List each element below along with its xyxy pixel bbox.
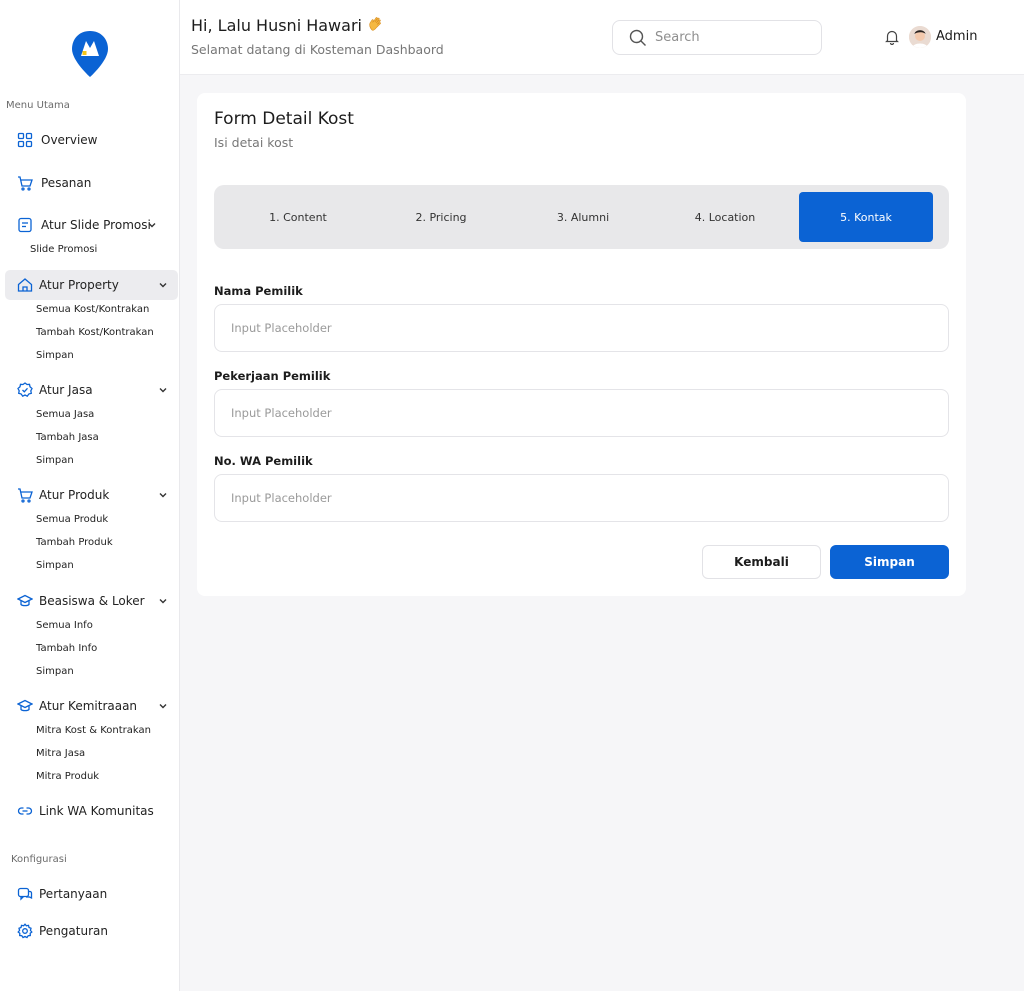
nama-pemilik-input[interactable] (214, 304, 949, 352)
gear-icon (17, 923, 33, 939)
sub-tambah-jasa[interactable]: Tambah Jasa (36, 432, 99, 443)
document-icon (17, 217, 33, 233)
search-icon (629, 29, 646, 46)
top-header: Hi, Lalu Husni Hawari Selamat datang di … (180, 0, 1024, 75)
chevron-down-icon[interactable] (157, 595, 169, 607)
nav-label: Pesanan (41, 176, 92, 190)
sub-semua-kost[interactable]: Semua Kost/Kontrakan (36, 304, 149, 315)
sub-simpan-property[interactable]: Simpan (36, 350, 74, 361)
page-title: Form Detail Kost (214, 109, 354, 129)
pekerjaan-pemilik-input[interactable] (214, 389, 949, 437)
chevron-down-icon[interactable] (157, 384, 169, 396)
sub-semua-jasa[interactable]: Semua Jasa (36, 409, 94, 420)
home-icon (17, 277, 33, 293)
search-box[interactable] (612, 20, 822, 55)
simpan-button[interactable]: Simpan (830, 545, 949, 579)
greeting-text: Hi, Lalu Husni Hawari (191, 16, 362, 35)
cart-icon (17, 175, 33, 191)
nav-atur-jasa[interactable]: Atur Jasa (5, 375, 178, 405)
step-alumni[interactable]: 3. Alumni (516, 192, 650, 242)
nav-label: Link WA Komunitas (39, 804, 154, 818)
sub-mitra-produk[interactable]: Mitra Produk (36, 771, 99, 782)
sub-semua-info[interactable]: Semua Info (36, 620, 93, 631)
menu-section-title: Menu Utama (6, 100, 70, 111)
field-label-no-wa-pemilik: No. WA Pemilik (214, 454, 313, 468)
sub-simpan-jasa[interactable]: Simpan (36, 455, 74, 466)
form-stepper: 1. Content 2. Pricing 3. Alumni 4. Locat… (214, 185, 949, 249)
nav-label: Pengaturan (39, 924, 108, 938)
nav-label: Atur Property (39, 278, 119, 292)
no-wa-pemilik-input[interactable] (214, 474, 949, 522)
nav-label: Atur Kemitraaan (39, 699, 138, 713)
nav-atur-slide-promosi[interactable]: Atur Slide Promosi (5, 210, 178, 240)
nav-pengaturan[interactable]: Pengaturan (5, 916, 178, 946)
greeting: Hi, Lalu Husni Hawari (191, 15, 385, 35)
field-label-pekerjaan-pemilik: Pekerjaan Pemilik (214, 369, 331, 383)
kosteman-logo-icon[interactable] (70, 29, 110, 79)
step-kontak[interactable]: 5. Kontak (799, 192, 933, 242)
user-photo-icon (909, 26, 931, 48)
chevron-down-icon[interactable] (146, 219, 158, 231)
avatar[interactable] (909, 26, 931, 48)
form-card: Form Detail Kost Isi detai kost 1. Conte… (197, 93, 966, 596)
nav-atur-property[interactable]: Atur Property (5, 270, 178, 300)
waving-hand-icon (369, 17, 381, 31)
graduation-cap-icon (17, 593, 33, 609)
nav-link-wa-komunitas[interactable]: Link WA Komunitas (5, 796, 178, 826)
sub-tambah-kost[interactable]: Tambah Kost/Kontrakan (36, 327, 154, 338)
user-name[interactable]: Admin (936, 29, 977, 44)
chat-icon (17, 886, 33, 902)
sub-slide-promosi[interactable]: Slide Promosi (30, 244, 97, 255)
config-section-title: Konfigurasi (11, 854, 67, 865)
nav-label: Beasiswa & Loker (39, 594, 145, 608)
nav-label: Atur Slide Promosi (41, 218, 151, 232)
field-label-nama-pemilik: Nama Pemilik (214, 284, 303, 298)
step-pricing[interactable]: 2. Pricing (374, 192, 508, 242)
page-subtitle: Isi detai kost (214, 135, 294, 150)
sub-simpan-produk[interactable]: Simpan (36, 560, 74, 571)
step-location[interactable]: 4. Location (658, 192, 792, 242)
nav-label: Overview (41, 133, 98, 147)
nav-atur-produk[interactable]: Atur Produk (5, 480, 178, 510)
graduation-cap-icon (17, 698, 33, 714)
nav-label: Atur Produk (39, 488, 110, 502)
sub-simpan-info[interactable]: Simpan (36, 666, 74, 677)
nav-label: Pertanyaan (39, 887, 108, 901)
badge-check-icon (17, 382, 33, 398)
nav-pesanan[interactable]: Pesanan (5, 168, 178, 198)
grid-icon (17, 132, 33, 148)
sub-mitra-jasa[interactable]: Mitra Jasa (36, 748, 85, 759)
nav-label: Atur Jasa (39, 383, 93, 397)
search-input[interactable] (655, 30, 795, 45)
nav-pertanyaan[interactable]: Pertanyaan (5, 879, 178, 909)
kembali-button[interactable]: Kembali (702, 545, 821, 579)
cart-icon (17, 487, 33, 503)
sub-tambah-produk[interactable]: Tambah Produk (36, 537, 113, 548)
nav-overview[interactable]: Overview (5, 125, 178, 155)
greeting-subtitle: Selamat datang di Kosteman Dashbaord (191, 42, 444, 57)
sub-semua-produk[interactable]: Semua Produk (36, 514, 108, 525)
nav-atur-kemitraan[interactable]: Atur Kemitraaan (5, 691, 178, 721)
sidebar: Menu Utama Overview Pesanan Atur Slide P… (0, 0, 180, 991)
link-icon (17, 803, 33, 819)
sub-tambah-info[interactable]: Tambah Info (36, 643, 97, 654)
bell-icon[interactable] (884, 29, 900, 45)
chevron-down-icon[interactable] (157, 700, 169, 712)
sub-mitra-kost[interactable]: Mitra Kost & Kontrakan (36, 725, 151, 736)
chevron-down-icon[interactable] (157, 279, 169, 291)
chevron-down-icon[interactable] (157, 489, 169, 501)
step-content[interactable]: 1. Content (231, 192, 365, 242)
nav-beasiswa-loker[interactable]: Beasiswa & Loker (5, 586, 178, 616)
